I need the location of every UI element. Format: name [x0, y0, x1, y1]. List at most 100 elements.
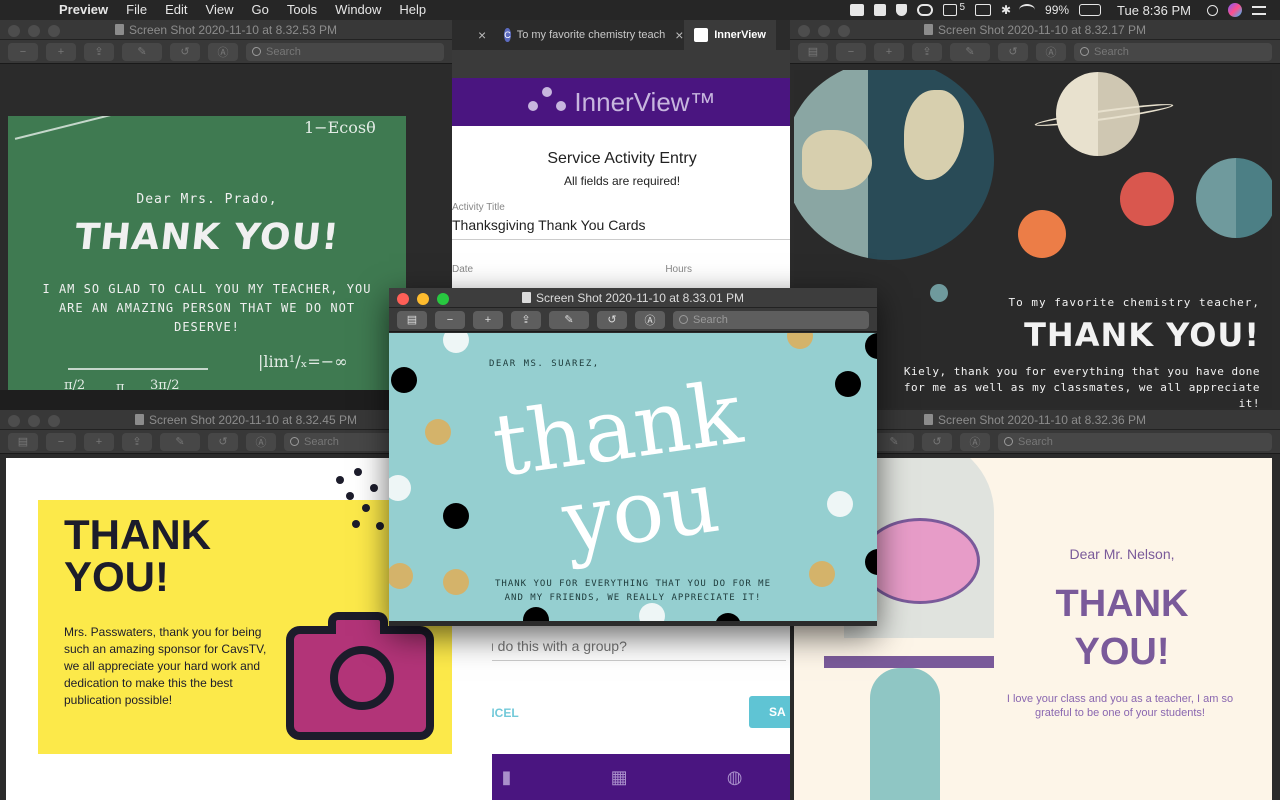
zoom-out-button[interactable]: − [8, 42, 38, 61]
menu-help[interactable]: Help [390, 0, 435, 20]
sidebar-toggle-button[interactable]: ▤ [397, 310, 427, 329]
zoom-button[interactable] [838, 25, 850, 37]
sidebar-toggle-button[interactable]: ▤ [8, 432, 38, 451]
search-input[interactable]: Search [1074, 42, 1272, 61]
creative-cloud-icon[interactable] [917, 4, 934, 16]
rotate-button[interactable]: ↺ [998, 42, 1028, 61]
nav-stats-icon[interactable]: ▮ [502, 767, 512, 788]
siri-icon[interactable] [1228, 3, 1242, 17]
zoom-out-button[interactable]: − [46, 432, 76, 451]
zoom-in-button[interactable]: + [874, 42, 904, 61]
status-area: 5 ✱ 99% Tue 8:36 PM [850, 0, 1280, 20]
app-menus: Preview File Edit View Go Tools Window H… [50, 0, 435, 20]
tab-chemistry-teacher[interactable]: C To my favorite chemistry teach × [494, 20, 684, 50]
save-button[interactable]: SA [749, 696, 792, 728]
menu-tools[interactable]: Tools [278, 0, 326, 20]
sidebar-toggle-button[interactable]: ▤ [798, 42, 828, 61]
address-bar[interactable] [452, 50, 792, 78]
clock[interactable]: Tue 8:36 PM [1117, 3, 1191, 18]
close-tab-icon[interactable]: × [470, 27, 494, 43]
menu-view[interactable]: View [197, 0, 243, 20]
minimize-button[interactable] [818, 25, 830, 37]
zoom-button[interactable] [48, 25, 60, 37]
date-label: Date [452, 264, 474, 275]
close-button[interactable] [8, 25, 20, 37]
search-input[interactable]: Search [673, 310, 869, 329]
window-titlebar[interactable]: Screen Shot 2020-11-10 at 8.33.01 PM [389, 288, 877, 308]
zoom-button[interactable] [48, 415, 60, 427]
card-greeting: Dear Mr. Nelson, [1069, 546, 1175, 562]
activity-title-input[interactable]: Thanksgiving Thank You Cards [452, 213, 792, 240]
markup-pen-button[interactable]: ✎ [160, 432, 200, 451]
annotate-button[interactable]: Ⓐ [960, 432, 990, 451]
tab-innerview[interactable]: InnerView [684, 20, 776, 50]
share-button[interactable]: ⇪ [511, 310, 541, 329]
close-button[interactable] [397, 293, 409, 305]
menu-go[interactable]: Go [242, 0, 277, 20]
notification-center-icon[interactable] [1252, 5, 1266, 15]
innerview-bottom-nav: ▮ ▦ ◍ [452, 754, 792, 800]
dome-base-illustration [824, 656, 994, 668]
markup-pen-button[interactable]: ✎ [122, 42, 162, 61]
red-planet-illustration [1120, 172, 1174, 226]
window-titlebar[interactable]: Screen Shot 2020-11-10 at 8.32.53 PM [0, 20, 452, 40]
nav-globe-icon[interactable]: ◍ [727, 767, 743, 788]
zoom-in-button[interactable]: + [46, 42, 76, 61]
share-button[interactable]: ⇪ [84, 42, 114, 61]
rotate-button[interactable]: ↺ [170, 42, 200, 61]
window-titlebar[interactable]: Screen Shot 2020-11-10 at 8.32.17 PM [790, 20, 1280, 40]
zoom-out-button[interactable]: − [836, 42, 866, 61]
menu-file[interactable]: File [117, 0, 156, 20]
markup-pen-button[interactable]: ✎ [549, 310, 589, 329]
minimize-button[interactable] [28, 415, 40, 427]
rotate-button[interactable]: ↺ [922, 432, 952, 451]
annotate-button[interactable]: Ⓐ [1036, 42, 1066, 61]
nav-calendar-icon[interactable]: ▦ [611, 767, 628, 788]
share-button[interactable]: ⇪ [912, 42, 942, 61]
decor-dot-black [835, 371, 861, 397]
annotate-button[interactable]: Ⓐ [246, 432, 276, 451]
zoom-in-button[interactable]: + [84, 432, 114, 451]
rotate-button[interactable]: ↺ [597, 310, 627, 329]
display-icon[interactable] [975, 4, 992, 16]
close-button[interactable] [798, 25, 810, 37]
zoom-in-button[interactable]: + [473, 310, 503, 329]
bluetooth-icon[interactable]: ✱ [1001, 4, 1011, 16]
headline-line-2: YOU! [1074, 631, 1170, 673]
spotlight-search-icon[interactable] [1207, 4, 1218, 16]
annotate-button[interactable]: Ⓐ [208, 42, 238, 61]
card-message: Mrs. Passwaters, thank you for being suc… [64, 625, 267, 707]
zoom-button[interactable] [437, 293, 449, 305]
innerview-header: InnerView™ [452, 78, 792, 126]
window-tiling-icon[interactable] [874, 4, 887, 16]
minimize-button[interactable] [417, 293, 429, 305]
menu-edit[interactable]: Edit [156, 0, 196, 20]
annotate-button[interactable]: Ⓐ [635, 310, 665, 329]
group-question-field[interactable]: u do this with a group? [486, 638, 786, 661]
preview-toolbar: − + ⇪ ✎ ↺ Ⓐ Search [0, 40, 452, 64]
menu-app-name[interactable]: Preview [50, 0, 117, 20]
battery-charging-icon[interactable] [1079, 4, 1102, 16]
small-moon-illustration [930, 284, 948, 302]
close-button[interactable] [8, 415, 20, 427]
zoom-video-icon[interactable] [850, 4, 865, 16]
wifi-icon[interactable] [1019, 4, 1036, 16]
markup-pen-button[interactable]: ✎ [874, 432, 914, 451]
card-headline: THANK YOU! [1012, 580, 1232, 676]
markup-pen-button[interactable]: ✎ [950, 42, 990, 61]
decor-dot-white [639, 603, 665, 621]
minimize-button[interactable] [28, 25, 40, 37]
rotate-button[interactable]: ↺ [208, 432, 238, 451]
preview-window-teal[interactable]: Screen Shot 2020-11-10 at 8.33.01 PM ▤ −… [389, 288, 877, 626]
checklist-icon[interactable] [943, 4, 958, 16]
share-button[interactable]: ⇪ [122, 432, 152, 451]
search-input[interactable]: Search [998, 432, 1272, 451]
close-tab-icon[interactable]: × [675, 27, 683, 43]
notification-count-badge[interactable]: 5 [959, 2, 965, 13]
menu-window[interactable]: Window [326, 0, 390, 20]
search-input[interactable]: Search [246, 42, 444, 61]
shield-icon[interactable] [896, 4, 908, 16]
document-icon [135, 414, 145, 425]
zoom-out-button[interactable]: − [435, 310, 465, 329]
preview-window-chalkboard[interactable]: Screen Shot 2020-11-10 at 8.32.53 PM − +… [0, 20, 452, 390]
